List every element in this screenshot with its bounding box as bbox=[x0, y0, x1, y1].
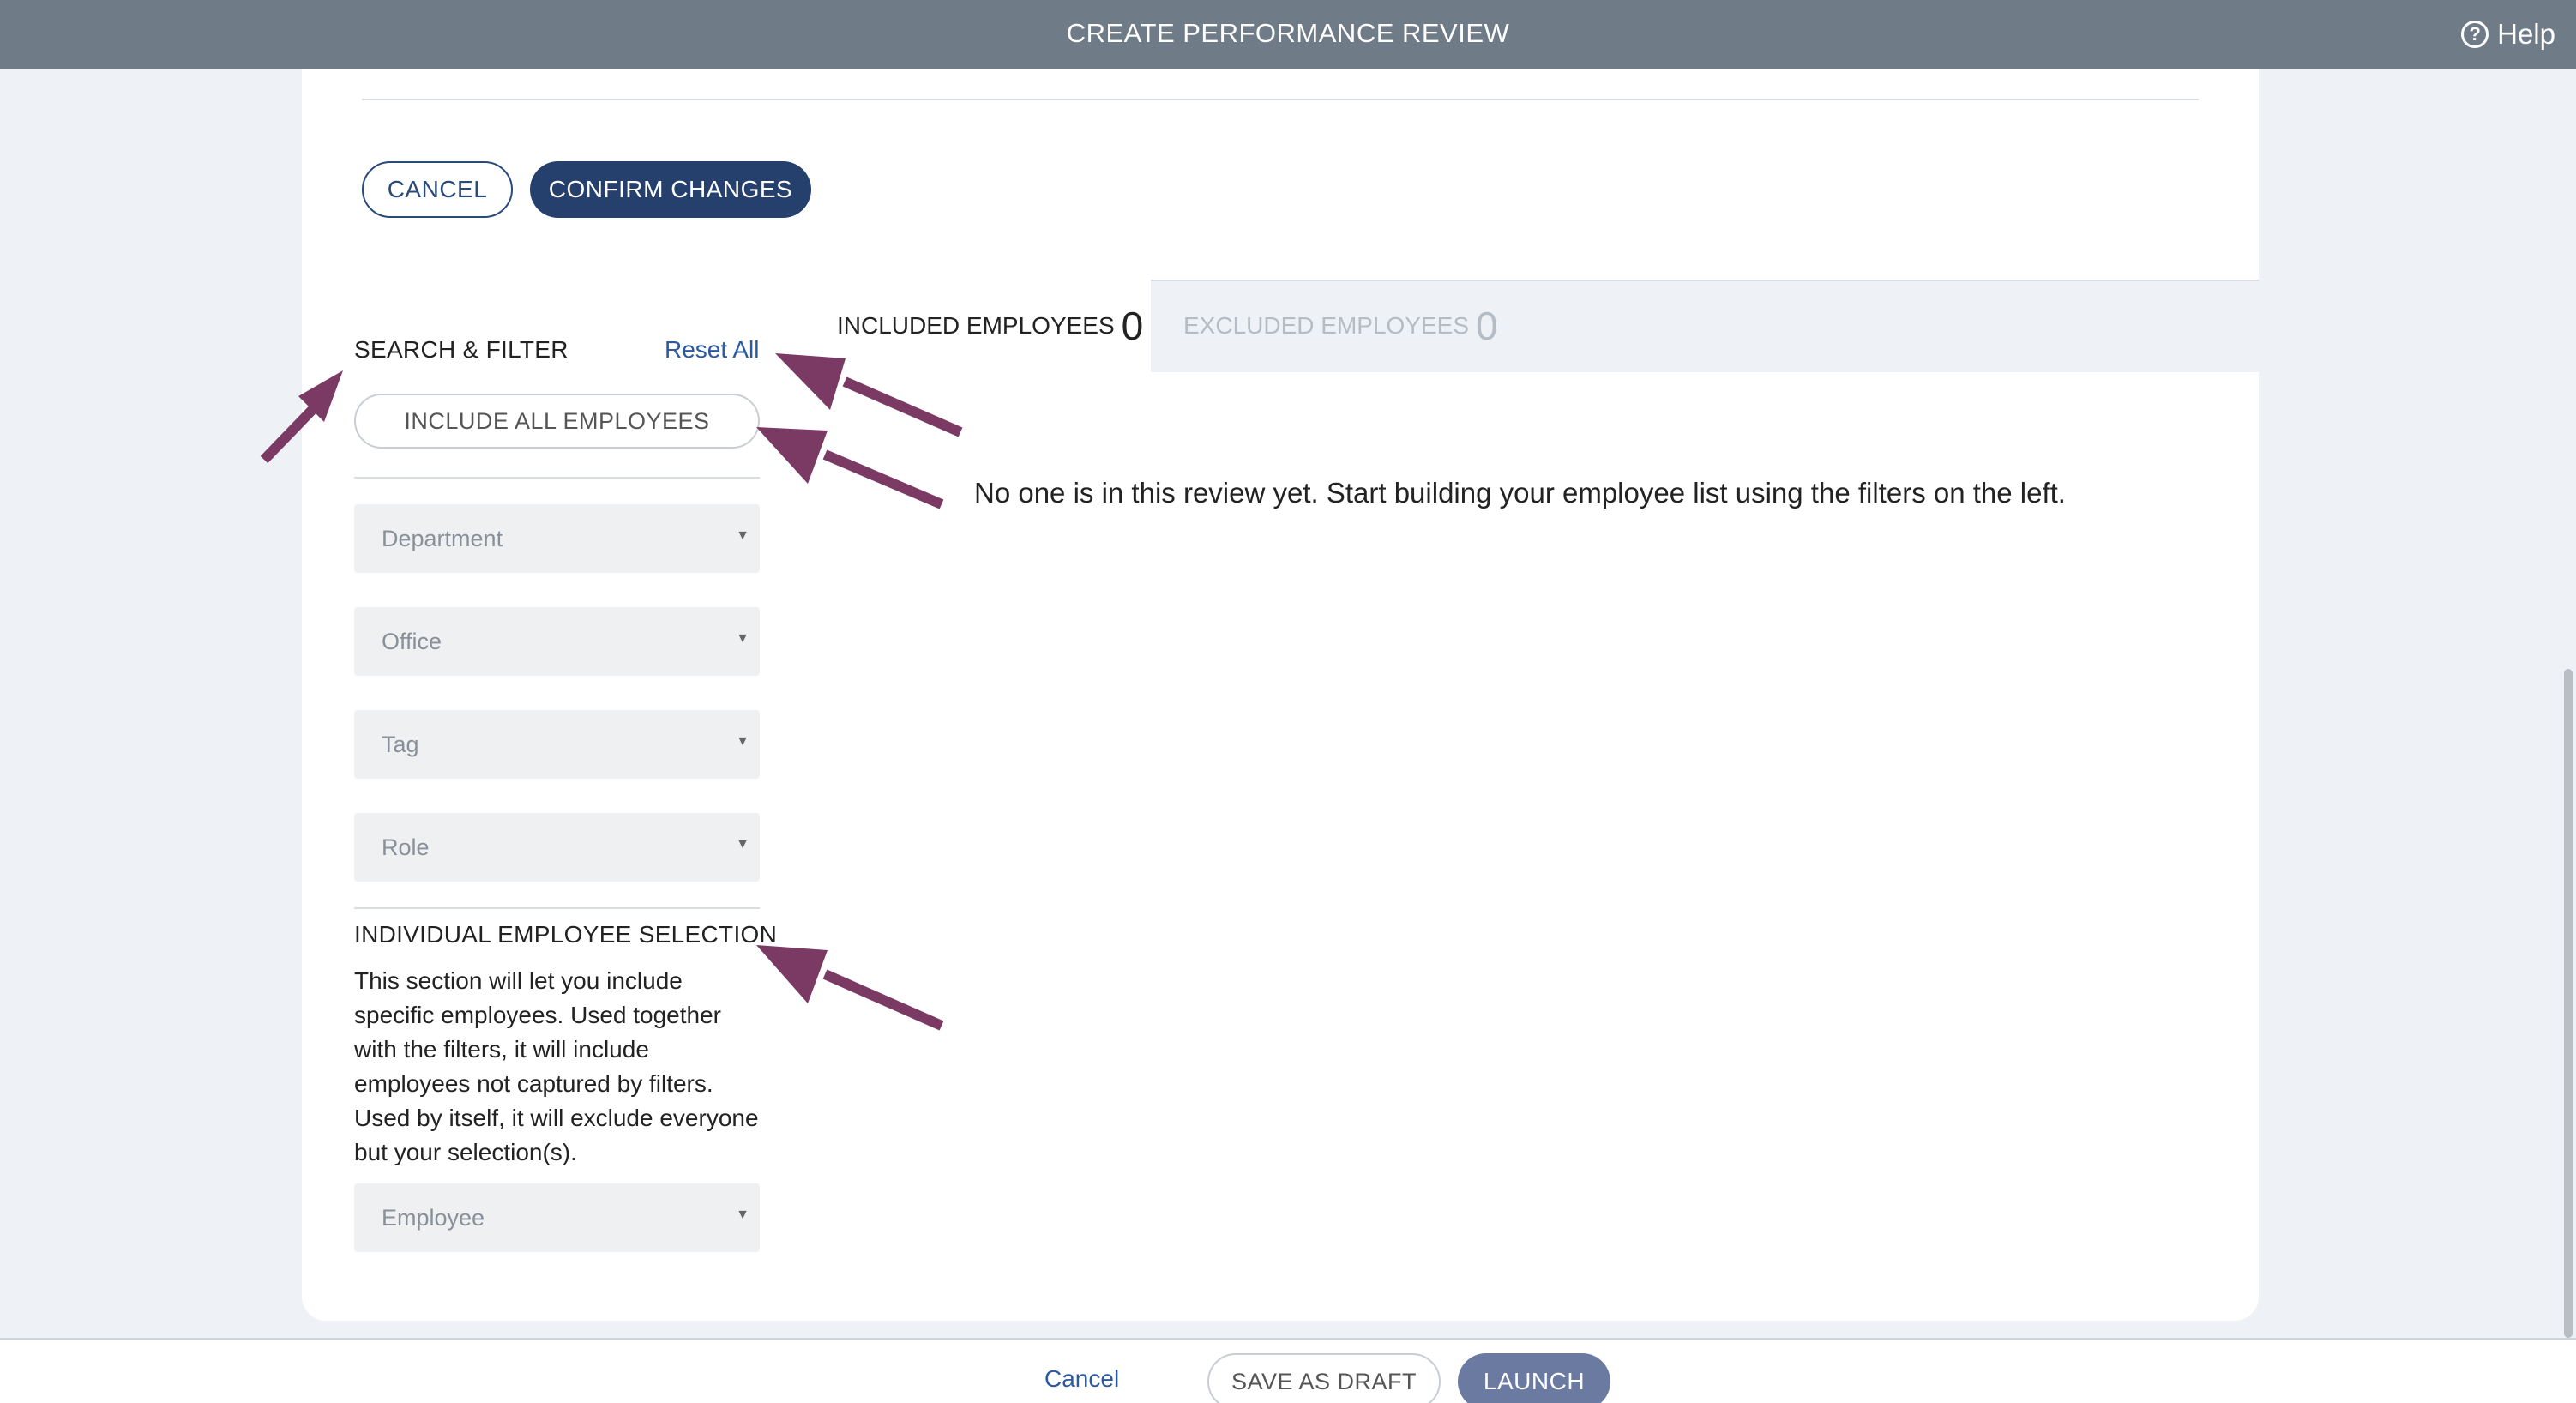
dropdown-caret-icon: ▼ bbox=[736, 837, 749, 852]
tab-excluded-employees[interactable]: EXCLUDED EMPLOYEES 0 bbox=[1158, 280, 1518, 372]
section-divider bbox=[354, 907, 760, 909]
select-placeholder: Role bbox=[382, 834, 430, 860]
department-select[interactable]: Department ▼ bbox=[354, 504, 760, 573]
cancel-button[interactable]: CANCEL bbox=[362, 161, 513, 218]
employee-select[interactable]: Employee ▼ bbox=[354, 1183, 760, 1252]
role-select[interactable]: Role ▼ bbox=[354, 813, 760, 882]
dropdown-caret-icon: ▼ bbox=[736, 734, 749, 749]
save-as-draft-button[interactable]: SAVE AS DRAFT bbox=[1207, 1353, 1441, 1403]
empty-state-message: No one is in this review yet. Start buil… bbox=[974, 477, 2066, 509]
select-placeholder: Tag bbox=[382, 731, 419, 757]
page-title: CREATE PERFORMANCE REVIEW bbox=[1066, 18, 1510, 48]
help-label: Help bbox=[2497, 18, 2555, 50]
tab-count: 0 bbox=[1476, 304, 1498, 348]
include-all-employees-button[interactable]: INCLUDE ALL EMPLOYEES bbox=[354, 394, 760, 449]
filter-divider bbox=[354, 477, 760, 479]
tab-label: INCLUDED EMPLOYEES bbox=[837, 312, 1115, 339]
help-circle-icon: ? bbox=[2461, 21, 2489, 48]
top-divider bbox=[362, 99, 2199, 100]
dropdown-caret-icon: ▼ bbox=[736, 1207, 749, 1222]
tab-count: 0 bbox=[1121, 304, 1144, 348]
select-placeholder: Office bbox=[382, 628, 442, 654]
reset-all-link[interactable]: Reset All bbox=[665, 336, 760, 364]
tag-select[interactable]: Tag ▼ bbox=[354, 710, 760, 779]
search-filter-title: SEARCH & FILTER bbox=[354, 336, 569, 363]
individual-selection-title: INDIVIDUAL EMPLOYEE SELECTION bbox=[354, 921, 778, 948]
confirm-changes-button[interactable]: CONFIRM CHANGES bbox=[530, 161, 811, 218]
scrollbar[interactable] bbox=[2564, 669, 2573, 1338]
footer-cancel-link[interactable]: Cancel bbox=[1044, 1365, 1119, 1393]
launch-button[interactable]: LAUNCH bbox=[1458, 1353, 1610, 1403]
office-select[interactable]: Office ▼ bbox=[354, 607, 760, 676]
dropdown-caret-icon: ▼ bbox=[736, 528, 749, 543]
individual-selection-description: This section will let you include specif… bbox=[354, 967, 759, 1165]
select-placeholder: Department bbox=[382, 525, 503, 551]
tab-label: EXCLUDED EMPLOYEES bbox=[1183, 312, 1469, 339]
help-button[interactable]: ? Help bbox=[2461, 0, 2555, 69]
select-placeholder: Employee bbox=[382, 1204, 485, 1231]
top-bar: CREATE PERFORMANCE REVIEW ? Help bbox=[0, 0, 2576, 69]
dropdown-caret-icon: ▼ bbox=[736, 631, 749, 646]
tab-included-employees[interactable]: INCLUDED EMPLOYEES 0 bbox=[811, 280, 1151, 372]
